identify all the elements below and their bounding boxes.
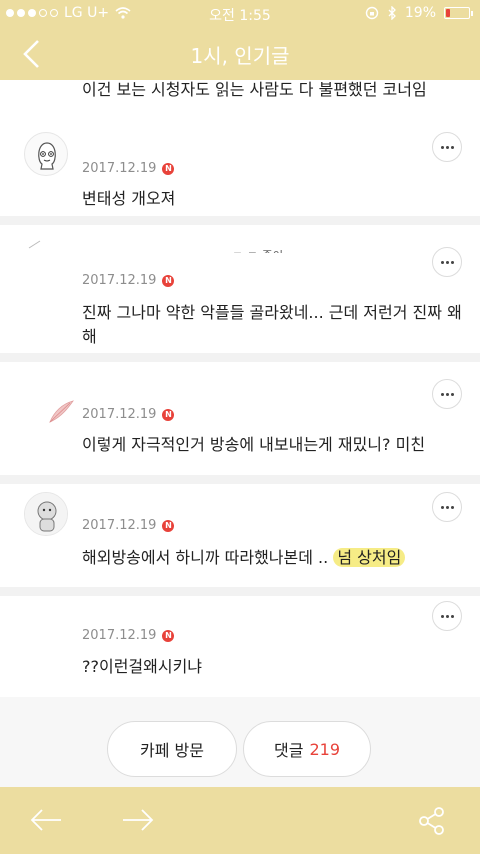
avatar bbox=[24, 492, 68, 536]
back-arrow-icon[interactable] bbox=[28, 807, 64, 833]
new-badge: N bbox=[162, 274, 175, 287]
date-text: 2017.12.19 bbox=[82, 161, 157, 176]
comment-text: 진짜 그나마 약한 악플들 골라왔네... 근데 저런거 진짜 왜해 bbox=[82, 303, 462, 346]
bluetooth-icon bbox=[388, 6, 396, 20]
date-text: 2017.12.19 bbox=[82, 518, 157, 533]
action-area: 카페 방문 댓글 219 bbox=[0, 697, 480, 787]
new-badge: N bbox=[162, 162, 175, 175]
feather-avatar-icon bbox=[49, 400, 74, 423]
battery-percent: 19% bbox=[404, 5, 436, 21]
orientation-lock-icon bbox=[365, 6, 379, 20]
more-options-button[interactable] bbox=[432, 379, 462, 409]
forward-arrow-icon[interactable] bbox=[120, 807, 156, 833]
date-text: 2017.12.19 bbox=[82, 273, 157, 288]
date-text: 2017.12.19 bbox=[82, 407, 157, 422]
highlighted-text: 넘 상처임 bbox=[333, 548, 406, 567]
new-badge: N bbox=[162, 408, 175, 421]
status-bar: LG U+ 오전 1:55 19% bbox=[0, 0, 480, 28]
comment-date: 2017.12.19 N bbox=[82, 518, 175, 533]
comment-item: 2017.12.19 N 이렇게 자극적인거 방송에 내보내는게 재밌니? 미친 bbox=[0, 362, 480, 475]
date-text: 2017.12.19 bbox=[82, 628, 157, 643]
comment-date: 2017.12.19 N bbox=[82, 407, 175, 422]
bottom-toolbar bbox=[0, 787, 480, 854]
comment-text: 해외방송에서 하니까 따라했나본데 .. 넘 상처임 bbox=[82, 546, 406, 570]
avatar bbox=[24, 132, 68, 176]
comment-list[interactable]: 이건 보는 시청자도 읽는 사람도 다 불편했던 코너임 2017.12.19 … bbox=[0, 80, 480, 787]
more-options-button[interactable] bbox=[432, 492, 462, 522]
more-options-button[interactable] bbox=[432, 247, 462, 277]
post-body-text: 이건 보는 시청자도 읽는 사람도 다 불편했던 코너임 bbox=[82, 80, 427, 99]
comment-item: 2017.12.19 N 해외방송에서 하니까 따라했나본데 .. 넘 상처임 bbox=[0, 484, 480, 587]
comment-text: 변태성 개오져 bbox=[82, 189, 176, 208]
author-name-clipped: ㄱ ㄹ 좋아 bbox=[232, 247, 284, 253]
comment-item: 2017.12.19 N 변태성 개오져 bbox=[0, 113, 480, 216]
more-options-button[interactable] bbox=[432, 601, 462, 631]
nav-bar: 1시, 인기글 bbox=[0, 28, 480, 80]
more-options-button[interactable] bbox=[432, 132, 462, 162]
status-right: 19% bbox=[365, 5, 473, 21]
comment-text: 이렇게 자극적인거 방송에 내보내는게 재밌니? 미친 bbox=[82, 435, 426, 454]
page-title: 1시, 인기글 bbox=[190, 44, 290, 68]
comment-date: 2017.12.19 N bbox=[82, 628, 175, 643]
comments-count: 219 bbox=[309, 739, 340, 759]
comment-text-main: 해외방송에서 하니까 따라했나본데 .. bbox=[82, 548, 329, 567]
visit-cafe-label: 카페 방문 bbox=[140, 741, 204, 760]
new-badge: N bbox=[162, 519, 175, 532]
battery-icon bbox=[444, 7, 473, 19]
avatar-fragment-icon bbox=[28, 240, 41, 249]
comment-date: 2017.12.19 N bbox=[82, 273, 175, 288]
comment-item: 2017.12.19 N ??이런걸왜시키냐 bbox=[0, 596, 480, 700]
visit-cafe-button[interactable]: 카페 방문 bbox=[107, 721, 237, 777]
comments-button[interactable]: 댓글 219 bbox=[243, 721, 371, 777]
comment-date: 2017.12.19 N bbox=[82, 161, 175, 176]
share-icon[interactable] bbox=[418, 806, 446, 836]
new-badge: N bbox=[162, 629, 175, 642]
comments-label: 댓글 bbox=[274, 741, 304, 760]
comment-item: ㄱ ㄹ 좋아 2017.12.19 N 진짜 그나마 약한 악플들 골라왔네..… bbox=[0, 225, 480, 353]
comment-text: ??이런걸왜시키냐 bbox=[82, 657, 203, 676]
